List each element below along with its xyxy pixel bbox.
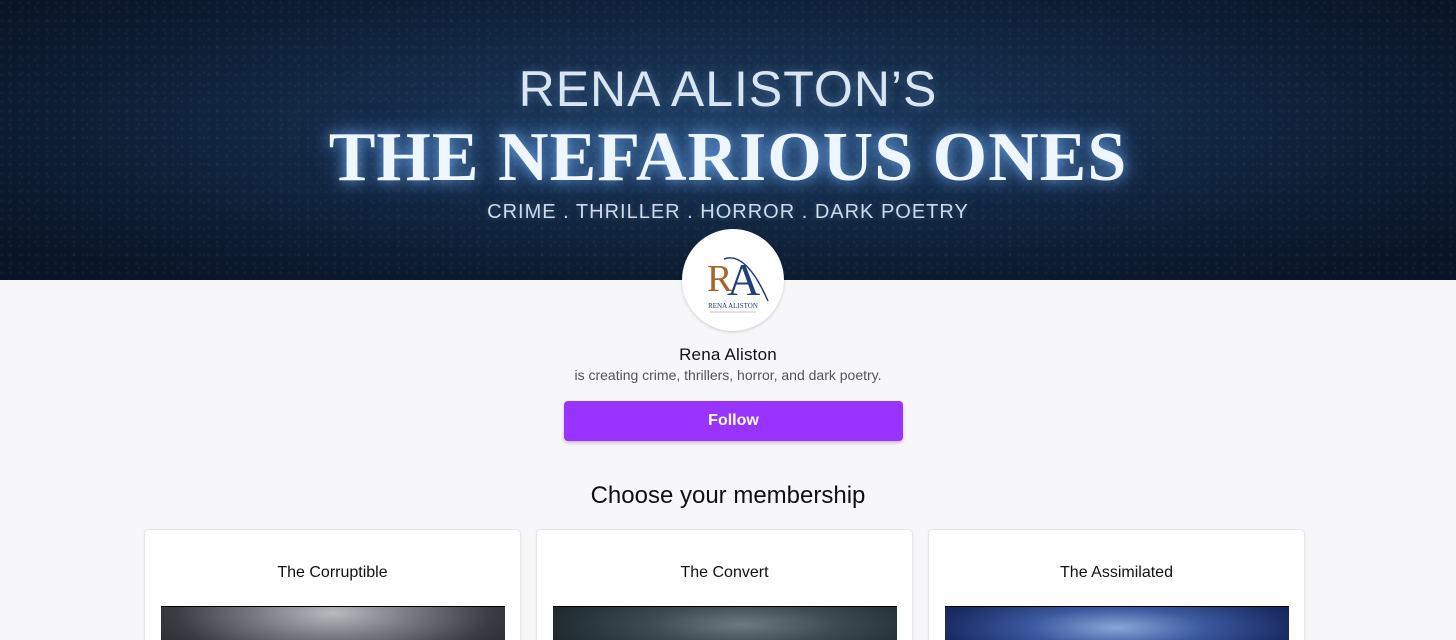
follow-button[interactable]: Follow xyxy=(564,401,903,441)
tier-name: The Assimilated xyxy=(1060,564,1173,581)
creator-name: Rena Aliston xyxy=(679,345,777,364)
tier-name: The Corruptible xyxy=(277,564,388,581)
svg-text:A: A xyxy=(727,254,760,305)
tier-card-assimilated[interactable]: The Assimilated xyxy=(928,529,1305,640)
membership-heading: Choose your membership xyxy=(590,482,866,509)
ra-logo-icon: R A RENA ALISTON xyxy=(684,231,782,329)
blue-masked-figure-image xyxy=(945,606,1289,640)
avatar[interactable]: R A RENA ALISTON xyxy=(682,229,784,331)
tier-name: The Convert xyxy=(680,564,769,581)
tier-card-corruptible[interactable]: The Corruptible xyxy=(144,529,521,640)
tier-card-convert[interactable]: The Convert xyxy=(536,529,913,640)
hooded-figure-image xyxy=(161,606,505,640)
svg-text:RENA ALISTON: RENA ALISTON xyxy=(708,302,758,310)
creator-tagline: is creating crime, thrillers, horror, an… xyxy=(574,367,882,383)
dark-figure-image xyxy=(553,606,897,640)
banner-series-title: THE NEFARIOUS ONES xyxy=(328,119,1128,196)
creator-page: RENA ALISTON’S THE NEFARIOUS ONES CRIME … xyxy=(0,0,1456,640)
banner-author-title: RENA ALISTON’S xyxy=(518,61,938,117)
banner-genres: CRIME . THRILLER . HORROR . DARK POETRY xyxy=(487,201,969,223)
